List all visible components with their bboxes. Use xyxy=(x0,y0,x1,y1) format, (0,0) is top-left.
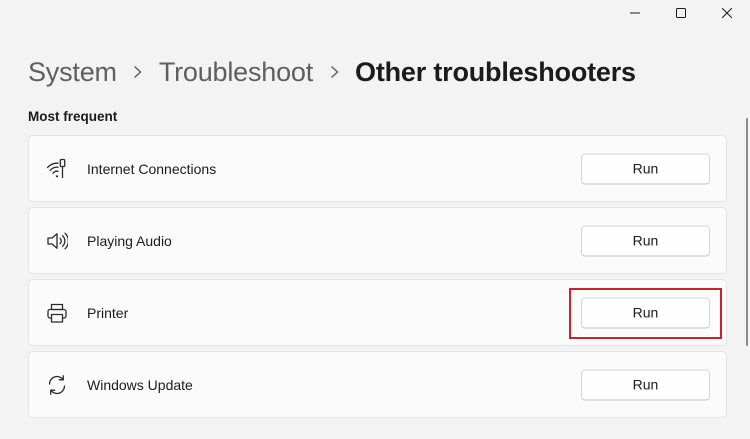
troubleshooter-windows-update: Windows Update Run xyxy=(28,351,727,418)
troubleshooter-label: Playing Audio xyxy=(87,232,172,249)
vertical-scrollbar[interactable] xyxy=(746,118,748,346)
troubleshooter-list: Internet Connections Run Playing Audio R… xyxy=(28,135,727,423)
page-title: Other troubleshooters xyxy=(355,56,636,87)
breadcrumb-item-troubleshoot[interactable]: Troubleshoot xyxy=(159,57,313,88)
sync-arrows-icon xyxy=(46,374,68,396)
maximize-icon xyxy=(676,8,686,18)
chevron-right-icon xyxy=(117,52,159,92)
wifi-signal-icon xyxy=(46,158,68,180)
close-icon xyxy=(722,8,732,18)
troubleshooter-label: Printer xyxy=(87,304,129,321)
run-button-playing-audio[interactable]: Run xyxy=(581,225,710,256)
speaker-icon xyxy=(46,230,68,252)
minimize-icon xyxy=(630,12,640,14)
troubleshooter-label: Windows Update xyxy=(87,376,193,393)
troubleshooter-internet-connections: Internet Connections Run xyxy=(28,135,727,202)
troubleshooter-printer: Printer Run xyxy=(28,279,727,346)
section-title-most-frequent: Most frequent xyxy=(28,109,118,124)
breadcrumb: System Troubleshoot Other troubleshooter… xyxy=(28,52,636,92)
run-button-internet-connections[interactable]: Run xyxy=(581,153,710,184)
window-titlebar xyxy=(612,0,750,26)
minimize-button[interactable] xyxy=(612,0,658,26)
run-button-windows-update[interactable]: Run xyxy=(581,369,710,400)
breadcrumb-item-system[interactable]: System xyxy=(28,57,117,88)
run-button-printer[interactable]: Run xyxy=(581,297,710,328)
troubleshooter-playing-audio: Playing Audio Run xyxy=(28,207,727,274)
chevron-right-icon xyxy=(313,52,355,92)
close-button[interactable] xyxy=(704,0,750,26)
troubleshooter-label: Internet Connections xyxy=(87,160,217,177)
maximize-button[interactable] xyxy=(658,0,704,26)
printer-icon xyxy=(46,302,68,324)
